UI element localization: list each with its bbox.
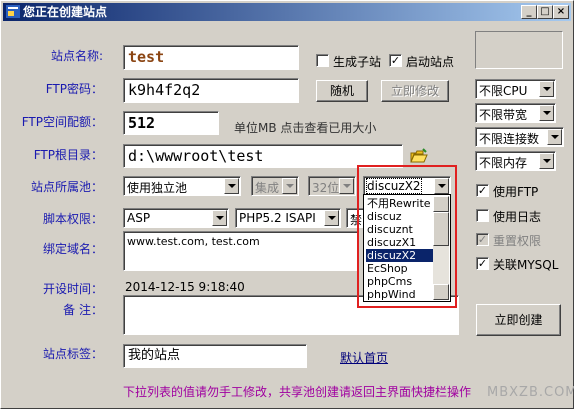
chevron-down-icon[interactable] [539, 153, 554, 169]
site-pool-value: 使用独立池 [127, 181, 188, 195]
chevron-down-icon[interactable] [339, 178, 354, 194]
window-title: 您正在创建站点 [23, 5, 108, 19]
ftp-quota-label: FTP空间配额： [21, 115, 103, 129]
ftp-password-input[interactable]: k9h4f2q2 [123, 78, 299, 103]
random-button[interactable]: 随机 [316, 80, 368, 102]
apply-change-button[interactable]: 立即修改 [381, 80, 449, 102]
preview-box [475, 31, 563, 69]
highlight-box [357, 165, 457, 308]
remark-label: 备 注： [63, 303, 103, 317]
script-perm-value: ASP [127, 211, 151, 225]
site-pool-select[interactable]: 使用独立池 [123, 176, 241, 196]
site-tag-label: 站点标签： [42, 347, 103, 361]
start-site-checkbox[interactable]: ✓ [389, 54, 402, 67]
php-version-select[interactable]: PHP5.2 ISAPI [235, 208, 341, 228]
link-mysql-checkbox[interactable]: ✓ [476, 257, 489, 270]
watermark: MBXZB.COM [487, 385, 574, 400]
bind-domain-textarea[interactable]: www.test.com, test.com [123, 231, 359, 271]
bind-domain-label: 绑定域名： [42, 242, 103, 256]
create-site-window: 您正在创建站点 _ □ × 站点名称: FTP密码： FTP空间配额： FTP根… [0, 0, 574, 409]
minimize-button[interactable]: _ [521, 5, 537, 19]
open-time-value: 2014-12-15 9:18:40 [125, 280, 245, 294]
connections-limit-value: 不限连接数 [479, 132, 540, 146]
site-name-label: 站点名称: [50, 49, 103, 63]
bandwidth-limit-select[interactable]: 不限带宽 [475, 103, 556, 123]
bit-select[interactable]: 32位 [308, 176, 356, 196]
memory-limit-select[interactable]: 不限内存 [475, 151, 556, 171]
link-mysql-label: 关联MYSQL [493, 258, 559, 272]
ftp-password-label: FTP密码： [45, 82, 103, 96]
chevron-down-icon[interactable] [282, 178, 297, 194]
reset-perm-label: 重置权限 [493, 234, 542, 248]
bandwidth-limit-value: 不限带宽 [479, 108, 528, 122]
folder-open-icon[interactable] [410, 148, 428, 164]
chevron-down-icon[interactable] [539, 105, 554, 121]
reset-perm-checkbox[interactable]: ✓ [476, 233, 489, 246]
maximize-button[interactable]: □ [537, 5, 553, 19]
chevron-down-icon[interactable] [547, 129, 562, 145]
start-site-label: 启动站点 [406, 55, 455, 69]
integrated-value: 集成 [255, 181, 280, 195]
memory-limit-value: 不限内存 [479, 156, 528, 170]
chevron-down-icon[interactable] [539, 81, 554, 97]
footer-note: 下拉列表的值请勿手工修改，共享池创建请返回主界面快捷栏操作 [123, 385, 472, 399]
cpu-limit-value: 不限CPU [479, 84, 528, 98]
close-button[interactable]: × [553, 5, 569, 19]
ftp-root-label: FTP根目录： [33, 148, 103, 162]
integrated-select[interactable]: 集成 [251, 176, 299, 196]
gen-subsite-label: 生成子站 [333, 55, 382, 69]
use-ftp-label: 使用FTP [493, 185, 539, 199]
create-now-button[interactable]: 立即创建 [476, 304, 561, 336]
gen-subsite-checkbox[interactable] [316, 54, 329, 67]
script-perm-select[interactable]: ASP [123, 208, 229, 228]
ftp-quota-input[interactable]: 512 [123, 111, 219, 135]
use-ftp-checkbox[interactable]: ✓ [476, 184, 489, 197]
cpu-limit-select[interactable]: 不限CPU [475, 79, 556, 99]
app-icon [6, 5, 20, 18]
site-name-input[interactable]: test [123, 45, 299, 70]
quota-hint-text[interactable]: 单位MB 点击查看已用大小 [234, 119, 376, 136]
use-log-label: 使用日志 [493, 210, 542, 224]
title-bar: 您正在创建站点 _ □ × [3, 3, 571, 21]
site-pool-label: 站点所属池： [30, 180, 103, 194]
site-tag-input[interactable]: 我的站点 [123, 344, 307, 368]
use-log-checkbox[interactable] [476, 209, 489, 222]
open-time-label: 开设时间： [42, 282, 103, 296]
chevron-down-icon[interactable] [212, 210, 227, 226]
default-home-link[interactable]: 默认首页 [340, 349, 388, 366]
chevron-down-icon[interactable] [324, 210, 339, 226]
script-perm-label: 脚本权限： [42, 212, 103, 226]
php-version-value: PHP5.2 ISAPI [239, 211, 316, 225]
connections-limit-select[interactable]: 不限连接数 [475, 127, 564, 147]
chevron-down-icon[interactable] [224, 178, 239, 194]
bit-value: 32位 [312, 181, 340, 195]
